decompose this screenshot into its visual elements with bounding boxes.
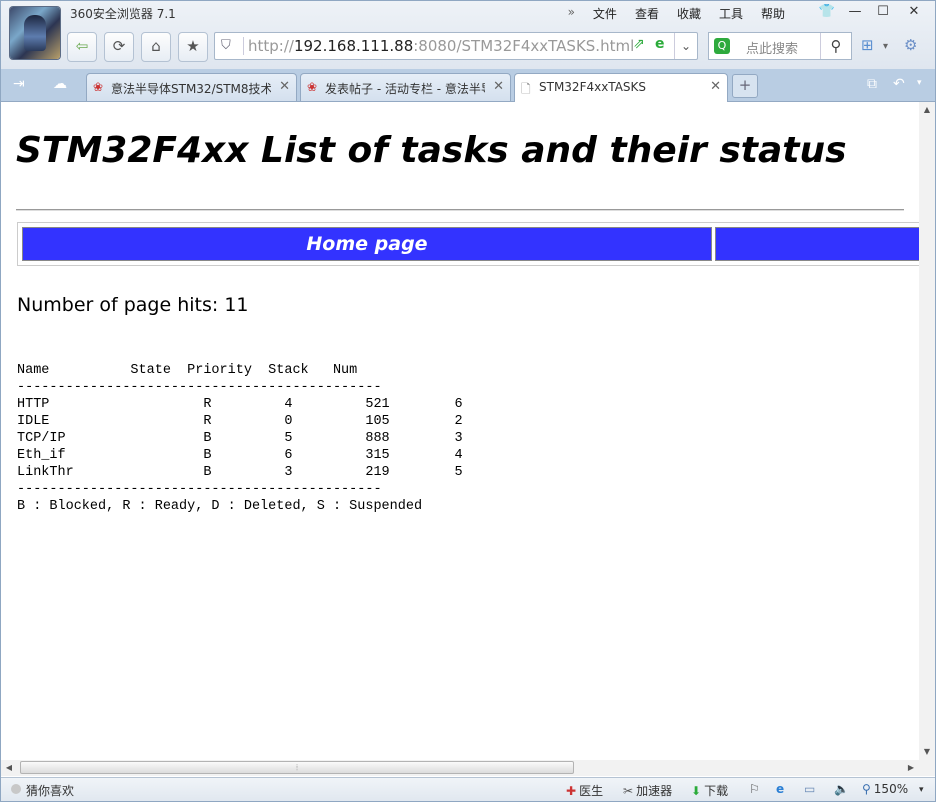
zoom-icon: ⚲ xyxy=(862,782,871,796)
menu-help[interactable]: 帮助 xyxy=(761,5,785,22)
window-controls: 👕 — ☐ ✕ xyxy=(813,1,931,23)
nav-cell-next xyxy=(715,227,919,261)
tab-title: STM32F4xxTASKS xyxy=(539,80,647,94)
doctor-label: 医生 xyxy=(579,784,604,798)
address-url[interactable]: http://192.168.111.88:8080/STM32F4xxTASK… xyxy=(248,37,634,55)
url-host: 192.168.111.88 xyxy=(293,37,414,55)
close-button[interactable]: ✕ xyxy=(897,1,931,23)
url-path: :8080/STM32F4xxTASKS.html xyxy=(413,37,635,55)
horizontal-rule xyxy=(16,209,904,211)
menu-view[interactable]: 查看 xyxy=(635,5,659,22)
nav-cell-home: Home page xyxy=(22,227,712,261)
status-indicator-icon xyxy=(11,784,21,794)
browser-logo xyxy=(10,7,60,59)
menu-file[interactable]: 文件 xyxy=(593,5,617,22)
ie-mode-icon[interactable]: e xyxy=(655,36,665,52)
address-bar[interactable]: ⛉ http://192.168.111.88:8080/STM32F4xxTA… xyxy=(214,32,698,60)
back-button[interactable]: ⇦ xyxy=(67,32,97,62)
download-button[interactable]: ⬇ 下载 xyxy=(691,782,728,799)
sidebar-toggle-icon[interactable]: ⇥ xyxy=(13,76,25,92)
minimize-button[interactable]: — xyxy=(841,1,869,23)
browser-window: 360安全浏览器 7.1 » 文件 查看 收藏 工具 帮助 👕 — ☐ ✕ ⇦ … xyxy=(0,0,936,802)
address-divider xyxy=(243,37,244,55)
zoom-control[interactable]: ⚲ 150% xyxy=(862,782,908,796)
tab-close-icon[interactable]: ✕ xyxy=(279,79,290,94)
address-dropdown-icon[interactable]: ⌄ xyxy=(674,33,697,59)
skin-icon[interactable]: 👕 xyxy=(813,1,841,23)
menu-chevron-icon[interactable]: » xyxy=(568,5,575,22)
apps-grid-icon[interactable]: ⊞ xyxy=(861,36,874,54)
zoom-level: 150% xyxy=(873,782,909,796)
scroll-down-icon[interactable]: ▼ xyxy=(919,744,935,760)
site-favicon-icon: ❀ xyxy=(307,80,318,94)
guess-you-like-link[interactable]: 猜你喜欢 xyxy=(26,782,74,799)
vertical-scrollbar[interactable]: ▲ ▼ xyxy=(919,102,935,760)
cloud-icon[interactable]: ☁ xyxy=(53,76,67,92)
tab-st-community[interactable]: ❀ 意法半导体STM32/STM8技术社区 ✕ xyxy=(86,73,297,101)
undo-close-icon[interactable]: ↶ xyxy=(893,76,905,92)
nav-table: Home page xyxy=(17,222,919,266)
doctor-button[interactable]: ✚ 医生 xyxy=(566,782,603,799)
ie-icon[interactable]: e xyxy=(776,782,784,796)
home-page-link[interactable]: Home page xyxy=(306,233,427,255)
download-label: 下载 xyxy=(704,784,729,798)
tab-stm32-tasks[interactable]: 🗋 STM32F4xxTASKS ✕ xyxy=(514,73,728,102)
horizontal-scroll-thumb[interactable]: ⦙ xyxy=(20,761,574,774)
tab-close-icon[interactable]: ✕ xyxy=(710,79,721,94)
window-icon[interactable]: ▭ xyxy=(804,782,815,796)
tab-close-icon[interactable]: ✕ xyxy=(493,79,504,94)
tab-title: 发表帖子 - 活动专栏 - 意法半导体 xyxy=(325,82,485,96)
scroll-corner xyxy=(919,760,935,776)
menu-bar: » 文件 查看 收藏 工具 帮助 xyxy=(568,5,785,22)
scroll-up-icon[interactable]: ▲ xyxy=(919,102,935,118)
accelerator-icon: ✂ xyxy=(623,784,634,798)
home-button[interactable]: ⌂ xyxy=(141,32,171,62)
share-icon[interactable]: ⇗ xyxy=(633,36,645,52)
volume-icon[interactable]: 🔈 xyxy=(834,782,849,796)
menu-tools[interactable]: 工具 xyxy=(719,5,743,22)
apps-dropdown-icon[interactable]: ▾ xyxy=(883,41,888,52)
app-title: 360安全浏览器 7.1 xyxy=(70,7,176,21)
new-tab-button[interactable]: + xyxy=(732,74,758,98)
maximize-button[interactable]: ☐ xyxy=(869,1,897,23)
tab-list-icon[interactable]: ⧉ xyxy=(867,76,877,92)
flag-icon[interactable]: ⚐ xyxy=(749,782,760,796)
status-bar: 猜你喜欢 ✚ 医生 ✂ 加速器 ⬇ 下载 ⚐ e ▭ 🔈 ⚲ 150% ▾ xyxy=(1,777,935,801)
shield-icon[interactable]: ⛉ xyxy=(221,38,231,53)
page-icon: 🗋 xyxy=(521,82,531,96)
site-favicon-icon: ❀ xyxy=(93,80,104,94)
url-scheme: http:// xyxy=(248,37,294,55)
accelerator-label: 加速器 xyxy=(636,784,673,798)
menu-favorites[interactable]: 收藏 xyxy=(677,5,701,22)
tab-title: 意法半导体STM32/STM8技术社区 xyxy=(111,82,271,96)
title-bar: 360安全浏览器 7.1 » 文件 查看 收藏 工具 帮助 👕 — ☐ ✕ ⇦ … xyxy=(1,1,935,69)
tools-icon[interactable]: ⚙ xyxy=(904,36,917,54)
search-box[interactable]: Q 点此搜索 ⚲ xyxy=(708,32,852,60)
page-hits-counter: Number of page hits: 11 xyxy=(17,294,249,316)
scroll-left-icon[interactable]: ◀ xyxy=(1,760,17,776)
zoom-dropdown-icon[interactable]: ▾ xyxy=(919,785,924,795)
search-icon[interactable]: ⚲ xyxy=(820,33,851,59)
doctor-icon: ✚ xyxy=(566,784,577,798)
scroll-right-icon[interactable]: ▶ xyxy=(903,760,919,776)
download-icon: ⬇ xyxy=(691,784,702,798)
search-placeholder: 点此搜索 xyxy=(746,42,799,57)
tab-post-thread[interactable]: ❀ 发表帖子 - 活动专栏 - 意法半导体 ✕ xyxy=(300,73,511,101)
page-content: STM32F4xx List of tasks and their status… xyxy=(1,102,919,760)
accelerator-button[interactable]: ✂ 加速器 xyxy=(623,782,672,799)
task-status-table: Name State Priority Stack Num ----------… xyxy=(17,363,463,514)
search-engine-icon[interactable]: Q xyxy=(714,38,730,54)
tab-bar: ⇥ ☁ ❀ 意法半导体STM32/STM8技术社区 ✕ ❀ 发表帖子 - 活动专… xyxy=(1,69,935,102)
page-title: STM32F4xx List of tasks and their status xyxy=(16,130,847,171)
undo-dropdown-icon[interactable]: ▾ xyxy=(917,78,922,88)
horizontal-scrollbar[interactable]: ◀ ⦙ ▶ xyxy=(1,760,919,776)
favorite-star-button[interactable]: ★ xyxy=(178,32,208,62)
refresh-button[interactable]: ⟳ xyxy=(104,32,134,62)
